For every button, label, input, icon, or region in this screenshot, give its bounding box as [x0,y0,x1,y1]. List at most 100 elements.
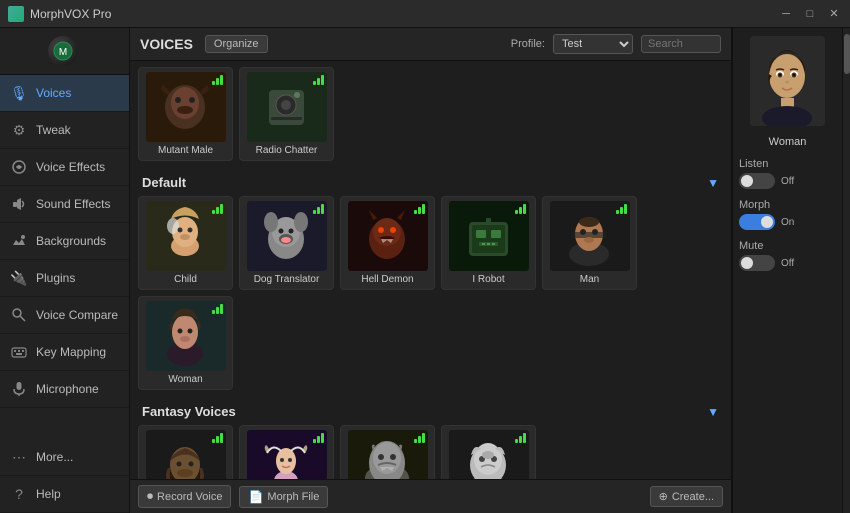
sidebar-item-label: Tweak [36,123,71,137]
sidebar-item-label: Voice Compare [36,308,118,322]
svg-text:M: M [58,47,66,58]
voice-card-nasty-gnome[interactable]: Nasty Gnome [441,425,536,479]
microphone-icon [10,380,28,398]
sidebar-logo: M [0,28,129,75]
voice-compare-icon [10,306,28,324]
sidebar-item-voices[interactable]: 🎙 Voices [0,75,129,112]
sidebar-item-label: Voice Effects [36,160,105,174]
sidebar-item-label: Key Mapping [36,345,106,359]
sidebar-item-label: More... [36,450,73,464]
signal-bars [212,75,223,85]
right-panel: Woman Listen Off Morph On [732,28,842,513]
morph-toggle-row: On [739,214,836,230]
voice-card-dwarf[interactable]: Dwarf [138,425,233,479]
voice-img-radio-chatter [247,72,327,142]
top-voice-grid: Mutant Male [138,67,723,161]
plugins-icon: 🔌 [10,269,28,287]
sidebar-item-voice-effects[interactable]: Voice Effects [0,149,129,186]
voice-card-man[interactable]: Man [542,196,637,290]
more-icon: ⋯ [10,448,28,466]
voice-img-giant [348,430,428,479]
signal-bars [313,75,324,85]
morph-toggle[interactable] [739,214,775,230]
voice-img-child [146,201,226,271]
voice-card-woman[interactable]: Woman [138,296,233,390]
mute-toggle-row: Off [739,255,836,271]
voice-card-mutant-male[interactable]: Mutant Male [138,67,233,161]
signal-bars [616,204,627,214]
sidebar-item-label: Backgrounds [36,234,106,248]
profile-select[interactable]: Test [553,34,633,54]
morph-knob [761,216,773,228]
voice-card-dog-translator[interactable]: Dog Translator [239,196,334,290]
bottom-bar: ⏺ Record Voice 📄 Morph File ⊕ Create... [130,479,731,513]
organize-button[interactable]: Organize [205,35,268,53]
morph-file-label: Morph File [267,491,319,503]
sidebar-item-label: Help [36,487,61,501]
voice-card-name: I Robot [472,274,504,285]
sidebar-item-label: Plugins [36,271,75,285]
voice-card-child[interactable]: Child [138,196,233,290]
sidebar-item-help[interactable]: ? Help [0,476,129,513]
fantasy-voice-grid: Dwarf [138,425,723,479]
voice-img-dwarf [146,430,226,479]
voice-img-woman [146,301,226,371]
listen-control: Listen Off [739,158,836,189]
collapse-fantasy[interactable]: ▼ [707,405,719,419]
voice-card-name: Mutant Male [158,145,213,156]
sidebar-item-backgrounds[interactable]: Backgrounds [0,223,129,260]
sidebar-item-key-mapping[interactable]: Key Mapping [0,334,129,371]
sidebar-item-label: Sound Effects [36,197,111,211]
close-button[interactable]: ✕ [826,6,842,22]
voice-card-name: Dog Translator [254,274,320,285]
voice-card-name: Hell Demon [361,274,413,285]
morph-file-button[interactable]: 📄 Morph File [239,486,328,508]
voice-card-radio-chatter[interactable]: Radio Chatter [239,67,334,161]
record-voice-button[interactable]: ⏺ Record Voice [138,485,231,508]
signal-bars [313,204,324,214]
create-button[interactable]: ⊕ Create... [650,486,723,507]
listen-toggle[interactable] [739,173,775,189]
signal-bars [414,433,425,443]
voice-img-dog-translator [247,201,327,271]
morph-label: Morph [739,199,836,211]
record-icon: ⏺ [147,489,153,504]
create-label: Create... [672,491,714,503]
right-scroll-bar[interactable] [842,28,850,513]
voice-card-i-robot[interactable]: I Robot [441,196,536,290]
signal-bars [515,433,526,443]
maximize-button[interactable]: □ [802,6,818,22]
sidebar-item-microphone[interactable]: Microphone [0,371,129,408]
voice-card-hell-demon[interactable]: Hell Demon [340,196,435,290]
mute-toggle[interactable] [739,255,775,271]
key-mapping-icon [10,343,28,361]
voice-card-name: Woman [168,374,202,385]
signal-bars [414,204,425,214]
mute-label: Mute [739,240,836,252]
sidebar-item-voice-compare[interactable]: Voice Compare [0,297,129,334]
voices-icon: 🎙 [10,84,28,102]
sidebar-item-more[interactable]: ⋯ More... [0,439,129,476]
search-input[interactable] [641,35,721,53]
voice-card-giant[interactable]: Giant [340,425,435,479]
logo-icon: M [48,36,78,66]
sidebar: M 🎙 Voices ⚙ Tweak Voice Effects Sound E… [0,28,130,513]
sound-effects-icon [10,195,28,213]
app-icon [8,6,24,22]
voice-img-nasty-gnome [449,430,529,479]
create-plus-icon: ⊕ [659,490,668,503]
right-panel-wrapper: Woman Listen Off Morph On [731,28,850,513]
titlebar: MorphVOX Pro ─ □ ✕ [0,0,850,28]
mute-control: Mute Off [739,240,836,271]
sidebar-item-tweak[interactable]: ⚙ Tweak [0,112,129,149]
help-icon: ? [10,485,28,503]
listen-label: Listen [739,158,836,170]
section-header-fantasy: Fantasy Voices ▼ [138,398,723,425]
minimize-button[interactable]: ─ [778,6,794,22]
sidebar-item-sound-effects[interactable]: Sound Effects [0,186,129,223]
collapse-default[interactable]: ▼ [707,176,719,190]
voices-title: VOICES [140,36,193,52]
sidebar-item-plugins[interactable]: 🔌 Plugins [0,260,129,297]
voice-card-female-pixie[interactable]: Female Pixie [239,425,334,479]
voices-scroll-area[interactable]: Mutant Male [130,61,731,479]
